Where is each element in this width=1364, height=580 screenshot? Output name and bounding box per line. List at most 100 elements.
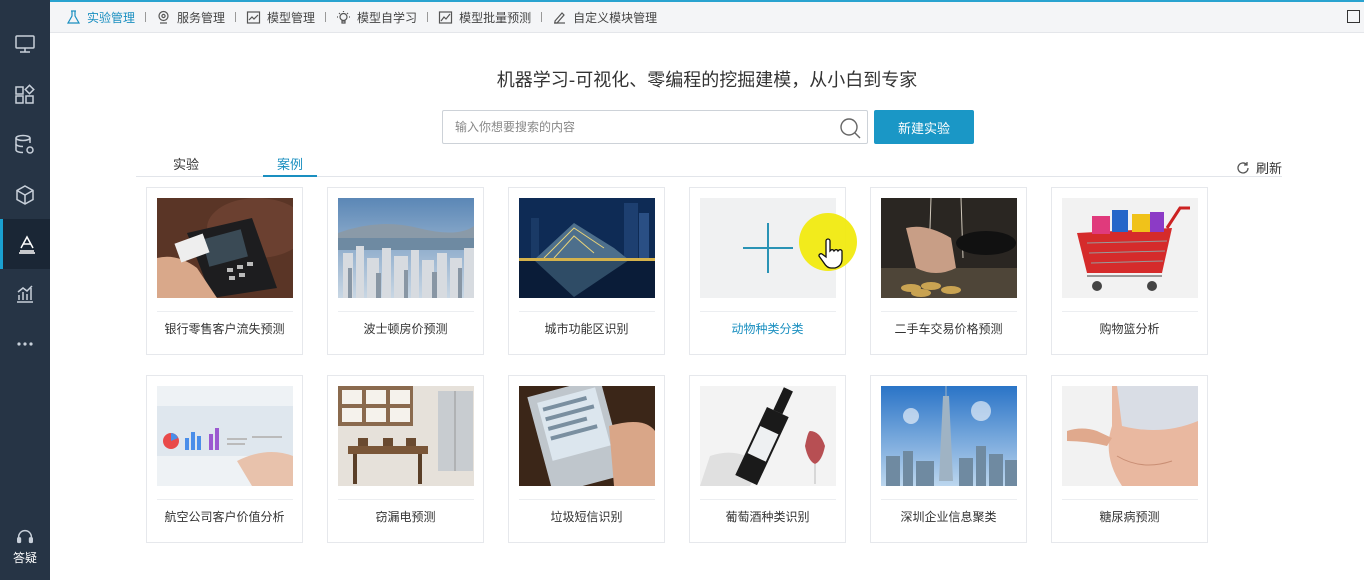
search-icon[interactable] <box>839 117 861 139</box>
nav-experiment-management[interactable]: 实验管理 <box>66 9 135 26</box>
case-image-city-harbor <box>338 198 474 298</box>
nav-label: 实验管理 <box>87 10 136 25</box>
case-image-wine-bottle <box>700 386 836 486</box>
case-title: 葡萄酒种类识别 <box>725 510 810 524</box>
case-title: 城市功能区识别 <box>544 322 629 336</box>
refresh-icon <box>1237 161 1249 174</box>
search-input[interactable] <box>443 111 823 143</box>
nav-batch-prediction[interactable]: 模型批量预测 <box>438 9 531 26</box>
refresh-button[interactable]: 刷新 <box>1236 158 1282 177</box>
sidebar-item-data[interactable] <box>0 120 50 170</box>
case-title: 二手车交易价格预测 <box>894 322 1003 336</box>
card-divider <box>338 499 474 500</box>
card-divider <box>700 311 836 312</box>
card-divider <box>338 311 474 312</box>
sidebar-item-models[interactable] <box>0 170 50 220</box>
case-image-opera-house-night <box>519 198 655 298</box>
hand-cursor-icon <box>818 238 843 269</box>
components-icon <box>15 84 35 104</box>
more-dots-icon <box>17 342 33 346</box>
nav-model-self-learning[interactable]: 模型自学习 <box>336 9 417 26</box>
sidebar: 答疑 <box>0 0 50 580</box>
service-pin-icon <box>158 10 169 24</box>
sidebar-item-analytics[interactable] <box>0 269 50 319</box>
case-title: 糖尿病预测 <box>1099 510 1160 524</box>
case-image-kitchen-interior <box>338 386 474 486</box>
case-card[interactable]: 购物篮分析 <box>1051 187 1208 355</box>
case-card[interactable]: 糖尿病预测 <box>1051 375 1208 543</box>
case-image-shopping-cart <box>1062 198 1198 298</box>
nav-divider <box>541 12 543 22</box>
case-card[interactable]: 航空公司客户价值分析 <box>146 375 303 543</box>
card-divider <box>700 499 836 500</box>
case-card[interactable]: 垃圾短信识别 <box>508 375 665 543</box>
card-divider <box>1062 311 1198 312</box>
case-image-phone-sms <box>519 386 655 486</box>
case-image-belly <box>1062 386 1198 486</box>
custom-module-icon <box>554 11 566 24</box>
case-title: 波士顿房价预测 <box>363 322 448 336</box>
card-divider <box>519 499 655 500</box>
case-card[interactable]: 动物种类分类 <box>689 187 846 355</box>
bar-chart-icon <box>17 285 33 303</box>
maximize-button[interactable] <box>1347 10 1360 23</box>
page-headline: 机器学习-可视化、零编程的挖掘建模，从小白到专家 <box>496 70 918 91</box>
new-experiment-button[interactable]: 新建实验 <box>874 110 974 144</box>
case-title: 动物种类分类 <box>731 322 804 336</box>
nav-service-management[interactable]: 服务管理 <box>156 9 225 26</box>
batch-chart-icon <box>438 10 453 24</box>
sidebar-item-more[interactable] <box>0 319 50 369</box>
case-title: 航空公司客户价值分析 <box>164 510 285 524</box>
card-divider <box>157 311 293 312</box>
sidebar-item-experiments[interactable] <box>0 219 50 269</box>
flask-icon <box>66 9 81 24</box>
case-card[interactable]: 银行零售客户流失预测 <box>146 187 303 355</box>
case-card[interactable]: 波士顿房价预测 <box>327 187 484 355</box>
bulb-icon <box>337 10 351 24</box>
nav-label: 自定义模块管理 <box>573 10 658 25</box>
nav-divider <box>145 12 147 22</box>
database-gear-icon <box>15 134 34 154</box>
case-image-charts-hand <box>157 386 293 486</box>
tab-cases[interactable]: 案例 <box>263 154 317 177</box>
tab-experiments[interactable]: 实验 <box>159 154 213 177</box>
case-card[interactable]: 葡萄酒种类识别 <box>689 375 846 543</box>
help-label: 答疑 <box>12 551 37 565</box>
sidebar-item-components[interactable] <box>0 70 50 120</box>
case-title: 垃圾短信识别 <box>550 510 623 524</box>
nav-model-management[interactable]: 模型管理 <box>246 9 315 26</box>
top-nav: 实验管理 服务管理 模型管理 模型自学习 模型批量预测 自定义模块管理 <box>50 0 1364 33</box>
nav-divider <box>427 12 429 22</box>
case-card[interactable]: 城市功能区识别 <box>508 187 665 355</box>
nav-label: 服务管理 <box>177 10 226 25</box>
monitor-icon <box>15 35 35 53</box>
card-divider <box>1062 499 1198 500</box>
cube-icon <box>16 185 34 205</box>
card-divider <box>157 499 293 500</box>
search-box <box>442 110 868 144</box>
experiment-flask-icon <box>18 235 35 254</box>
case-card[interactable]: 深圳企业信息聚类 <box>870 375 1027 543</box>
model-chart-icon <box>246 10 261 24</box>
nav-custom-module-management[interactable]: 自定义模块管理 <box>552 9 657 26</box>
case-image-shenzhen-skyline <box>881 386 1017 486</box>
case-title: 购物篮分析 <box>1099 322 1160 336</box>
case-card[interactable]: 二手车交易价格预测 <box>870 187 1027 355</box>
nav-label: 模型管理 <box>267 10 316 25</box>
nav-label: 模型批量预测 <box>459 10 532 25</box>
help-qa[interactable]: 答疑 <box>0 527 50 577</box>
refresh-label: 刷新 <box>1255 162 1282 177</box>
case-title: 深圳企业信息聚类 <box>900 510 997 524</box>
card-divider <box>881 311 1017 312</box>
case-card[interactable]: 窃漏电预测 <box>327 375 484 543</box>
tab-bar: 实验 案例 刷新 <box>136 150 1282 177</box>
card-divider <box>519 311 655 312</box>
headset-icon <box>17 529 33 544</box>
sidebar-item-monitor[interactable] <box>0 19 50 69</box>
case-image-car-key-coins <box>881 198 1017 298</box>
case-title: 窃漏电预测 <box>375 510 436 524</box>
case-image-pos-terminal <box>157 198 293 298</box>
case-title: 银行零售客户流失预测 <box>164 322 285 336</box>
card-divider <box>881 499 1017 500</box>
nav-label: 模型自学习 <box>357 10 418 25</box>
